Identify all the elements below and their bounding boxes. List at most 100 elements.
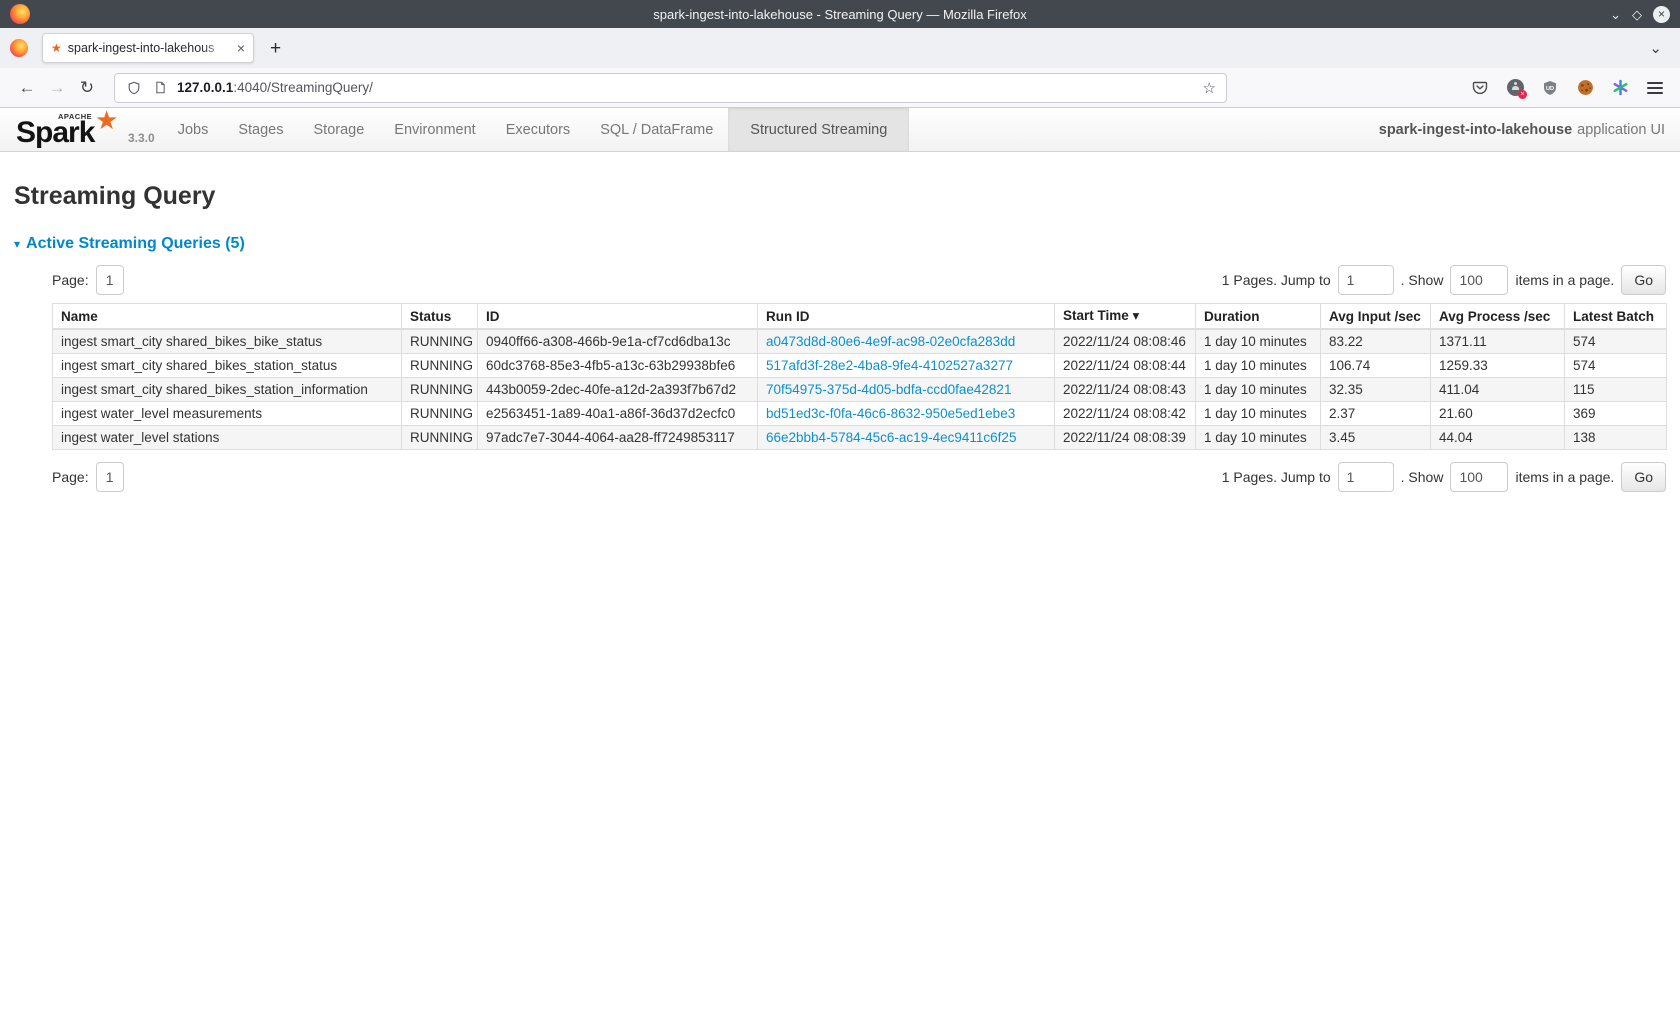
menu-hamburger-icon[interactable] xyxy=(1646,79,1664,97)
tab-list-chevron-icon[interactable]: ⌄ xyxy=(1649,39,1662,57)
spark-star-icon: ★ xyxy=(95,105,118,136)
url-input[interactable]: 127.0.0.1:4040/StreamingQuery/ xyxy=(177,80,1195,95)
url-host: 127.0.0.1 xyxy=(177,80,233,95)
column-header-run-id[interactable]: Run ID xyxy=(758,304,1055,330)
column-header-latest-batch[interactable]: Latest Batch xyxy=(1565,304,1667,330)
cell-id: 97adc7e7-3044-4064-aa28-ff7249853117 xyxy=(478,426,758,450)
table-row: ingest smart_city shared_bikes_station_i… xyxy=(53,378,1667,402)
page-content: Streaming Query ▾ Active Streaming Queri… xyxy=(0,182,1680,492)
asterisk-extension-icon[interactable] xyxy=(1611,79,1629,97)
application-ui-suffix: application UI xyxy=(1577,122,1665,138)
page-label: Page: xyxy=(52,469,89,485)
new-tab-button[interactable]: + xyxy=(270,39,281,58)
column-header-avg-process-sec[interactable]: Avg Process /sec xyxy=(1431,304,1565,330)
go-button[interactable]: Go xyxy=(1621,462,1666,492)
tab-title: spark-ingest-into-lakehous xyxy=(68,41,231,55)
shield-icon[interactable] xyxy=(125,79,143,97)
page-number-input[interactable] xyxy=(96,462,124,492)
cell-run-id: 70f54975-375d-4d05-bdfa-ccd0fae42821 xyxy=(758,378,1055,402)
cell-start-time: 2022/11/24 08:08:39 xyxy=(1055,426,1196,450)
cell-avg-input: 106.74 xyxy=(1321,354,1431,378)
extension-toolbar: × UD xyxy=(1471,79,1668,97)
column-header-avg-input-sec[interactable]: Avg Input /sec xyxy=(1321,304,1431,330)
nav-item-environment[interactable]: Environment xyxy=(379,108,490,151)
tab-strip: ★ spark-ingest-into-lakehous × + ⌄ xyxy=(0,28,1680,68)
cell-avg-process: 1371.11 xyxy=(1431,329,1565,354)
page-number-input[interactable] xyxy=(96,265,124,295)
cell-name: ingest smart_city shared_bikes_station_s… xyxy=(53,354,402,378)
cell-duration: 1 day 10 minutes xyxy=(1196,354,1321,378)
spark-wordmark: Spark xyxy=(16,116,94,150)
cell-status: RUNNING xyxy=(402,329,478,354)
show-text: . Show xyxy=(1401,469,1444,485)
run-id-link[interactable]: bd51ed3c-f0fa-46c6-8632-950e5ed1ebe3 xyxy=(766,406,1015,421)
nav-item-executors[interactable]: Executors xyxy=(491,108,585,151)
maximize-button[interactable]: ◇ xyxy=(1632,8,1642,21)
cell-duration: 1 day 10 minutes xyxy=(1196,378,1321,402)
pages-count-text: 1 Pages. Jump to xyxy=(1222,469,1331,485)
nav-item-storage[interactable]: Storage xyxy=(299,108,380,151)
items-text: items in a page. xyxy=(1515,272,1614,288)
active-queries-toggle[interactable]: ▾ Active Streaming Queries (5) xyxy=(14,235,1666,253)
cell-avg-process: 44.04 xyxy=(1431,426,1565,450)
page-label: Page: xyxy=(52,272,89,288)
pocket-icon[interactable] xyxy=(1471,79,1489,97)
url-bar[interactable]: 127.0.0.1:4040/StreamingQuery/ ☆ xyxy=(114,73,1227,103)
cell-id: 443b0059-2dec-40fe-a12d-2a393f7b67d2 xyxy=(478,378,758,402)
close-window-button[interactable]: × xyxy=(1653,6,1670,23)
spark-version: 3.3.0 xyxy=(128,131,155,145)
nav-item-stages[interactable]: Stages xyxy=(223,108,298,151)
cell-start-time: 2022/11/24 08:08:44 xyxy=(1055,354,1196,378)
ud-shield-icon[interactable]: UD xyxy=(1541,79,1559,97)
column-header-name[interactable]: Name xyxy=(53,304,402,330)
cell-id: e2563451-1a89-40a1-a86f-36d37d2ecfc0 xyxy=(478,402,758,426)
account-error-badge: × xyxy=(1518,90,1527,99)
column-header-status[interactable]: Status xyxy=(402,304,478,330)
spark-logo[interactable]: APACHE Spark ★ xyxy=(16,108,120,151)
nav-item-jobs[interactable]: Jobs xyxy=(163,108,224,151)
navigation-toolbar: ← → ↻ 127.0.0.1:4040/StreamingQuery/ ☆ ×… xyxy=(0,68,1680,108)
column-header-start-time[interactable]: Start Time ▾ xyxy=(1055,304,1196,330)
table-row: ingest smart_city shared_bikes_station_s… xyxy=(53,354,1667,378)
page-info-icon[interactable] xyxy=(151,79,169,97)
run-id-link[interactable]: 517afd3f-28e2-4ba8-9fe4-4102527a3277 xyxy=(766,358,1013,373)
account-container-icon[interactable]: × xyxy=(1506,79,1524,97)
minimize-button[interactable]: ⌄ xyxy=(1610,8,1621,21)
run-id-link[interactable]: 70f54975-375d-4d05-bdfa-ccd0fae42821 xyxy=(766,382,1011,397)
go-button[interactable]: Go xyxy=(1621,265,1666,295)
cell-avg-process: 411.04 xyxy=(1431,378,1565,402)
cell-start-time: 2022/11/24 08:08:42 xyxy=(1055,402,1196,426)
show-items-input[interactable] xyxy=(1450,265,1508,295)
cell-status: RUNNING xyxy=(402,426,478,450)
run-id-link[interactable]: a0473d8d-80e6-4e9f-ac98-02e0cfa283dd xyxy=(766,334,1015,349)
cell-id: 60dc3768-85e3-4fb5-a13c-63b29938bfe6 xyxy=(478,354,758,378)
firefox-view-icon[interactable] xyxy=(10,39,28,57)
close-tab-icon[interactable]: × xyxy=(237,40,245,56)
show-items-input[interactable] xyxy=(1450,462,1508,492)
cell-avg-process: 21.60 xyxy=(1431,402,1565,426)
run-id-link[interactable]: 66e2bbb4-5784-45c6-ac19-4ec9411c6f25 xyxy=(766,430,1016,445)
bookmark-star-icon[interactable]: ☆ xyxy=(1203,79,1216,97)
forward-button[interactable]: → xyxy=(42,78,72,98)
cell-run-id: 66e2bbb4-5784-45c6-ac19-4ec9411c6f25 xyxy=(758,426,1055,450)
browser-tab[interactable]: ★ spark-ingest-into-lakehous × xyxy=(42,33,254,63)
nav-item-sql-dataframe[interactable]: SQL / DataFrame xyxy=(585,108,728,151)
back-button[interactable]: ← xyxy=(12,78,42,98)
window-title: spark-ingest-into-lakehouse - Streaming … xyxy=(0,7,1680,22)
nav-item-structured-streaming[interactable]: Structured Streaming xyxy=(728,108,909,151)
spark-favicon-icon: ★ xyxy=(51,41,62,55)
cell-start-time: 2022/11/24 08:08:46 xyxy=(1055,329,1196,354)
cell-avg-input: 2.37 xyxy=(1321,402,1431,426)
cell-name: ingest smart_city shared_bikes_station_i… xyxy=(53,378,402,402)
window-titlebar: spark-ingest-into-lakehouse - Streaming … xyxy=(0,0,1680,28)
cell-duration: 1 day 10 minutes xyxy=(1196,402,1321,426)
cell-run-id: bd51ed3c-f0fa-46c6-8632-950e5ed1ebe3 xyxy=(758,402,1055,426)
column-header-id[interactable]: ID xyxy=(478,304,758,330)
reload-button[interactable]: ↻ xyxy=(72,78,102,98)
cookie-icon[interactable] xyxy=(1576,79,1594,97)
jump-to-input[interactable] xyxy=(1338,265,1394,295)
column-header-duration[interactable]: Duration xyxy=(1196,304,1321,330)
jump-to-input[interactable] xyxy=(1338,462,1394,492)
cell-latest-batch: 115 xyxy=(1565,378,1667,402)
pagination-bottom: Page: 1 Pages. Jump to . Show items in a… xyxy=(52,462,1666,492)
